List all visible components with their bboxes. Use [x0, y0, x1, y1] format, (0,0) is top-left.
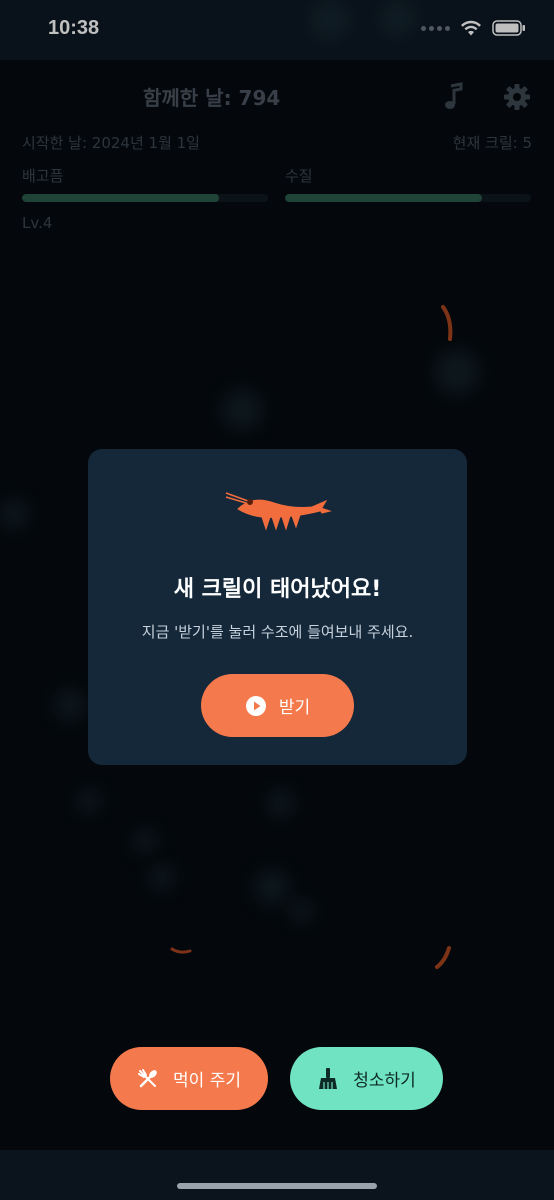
- play-icon: [245, 695, 266, 716]
- receive-button[interactable]: 받기: [201, 674, 354, 737]
- feed-button[interactable]: 먹이 주기: [110, 1047, 268, 1110]
- clean-button[interactable]: 청소하기: [290, 1047, 443, 1110]
- feed-button-label: 먹이 주기: [173, 1071, 241, 1091]
- dialog-message: 지금 '받기'를 눌러 수조에 들여보내 주세요.: [141, 623, 414, 641]
- home-indicator[interactable]: [177, 1183, 377, 1189]
- receive-button-label: 받기: [278, 698, 311, 718]
- bottom-safe-area: [0, 1150, 554, 1200]
- broom-icon: [319, 1067, 338, 1089]
- new-krill-dialog: 새 크릴이 태어났어요! 지금 '받기'를 눌러 수조에 들여보내 주세요. 받…: [88, 449, 467, 765]
- clean-button-label: 청소하기: [353, 1071, 416, 1091]
- utensils-icon: [138, 1068, 157, 1087]
- dialog-title: 새 크릴이 태어났어요!: [173, 577, 382, 602]
- shrimp-icon: [225, 492, 332, 531]
